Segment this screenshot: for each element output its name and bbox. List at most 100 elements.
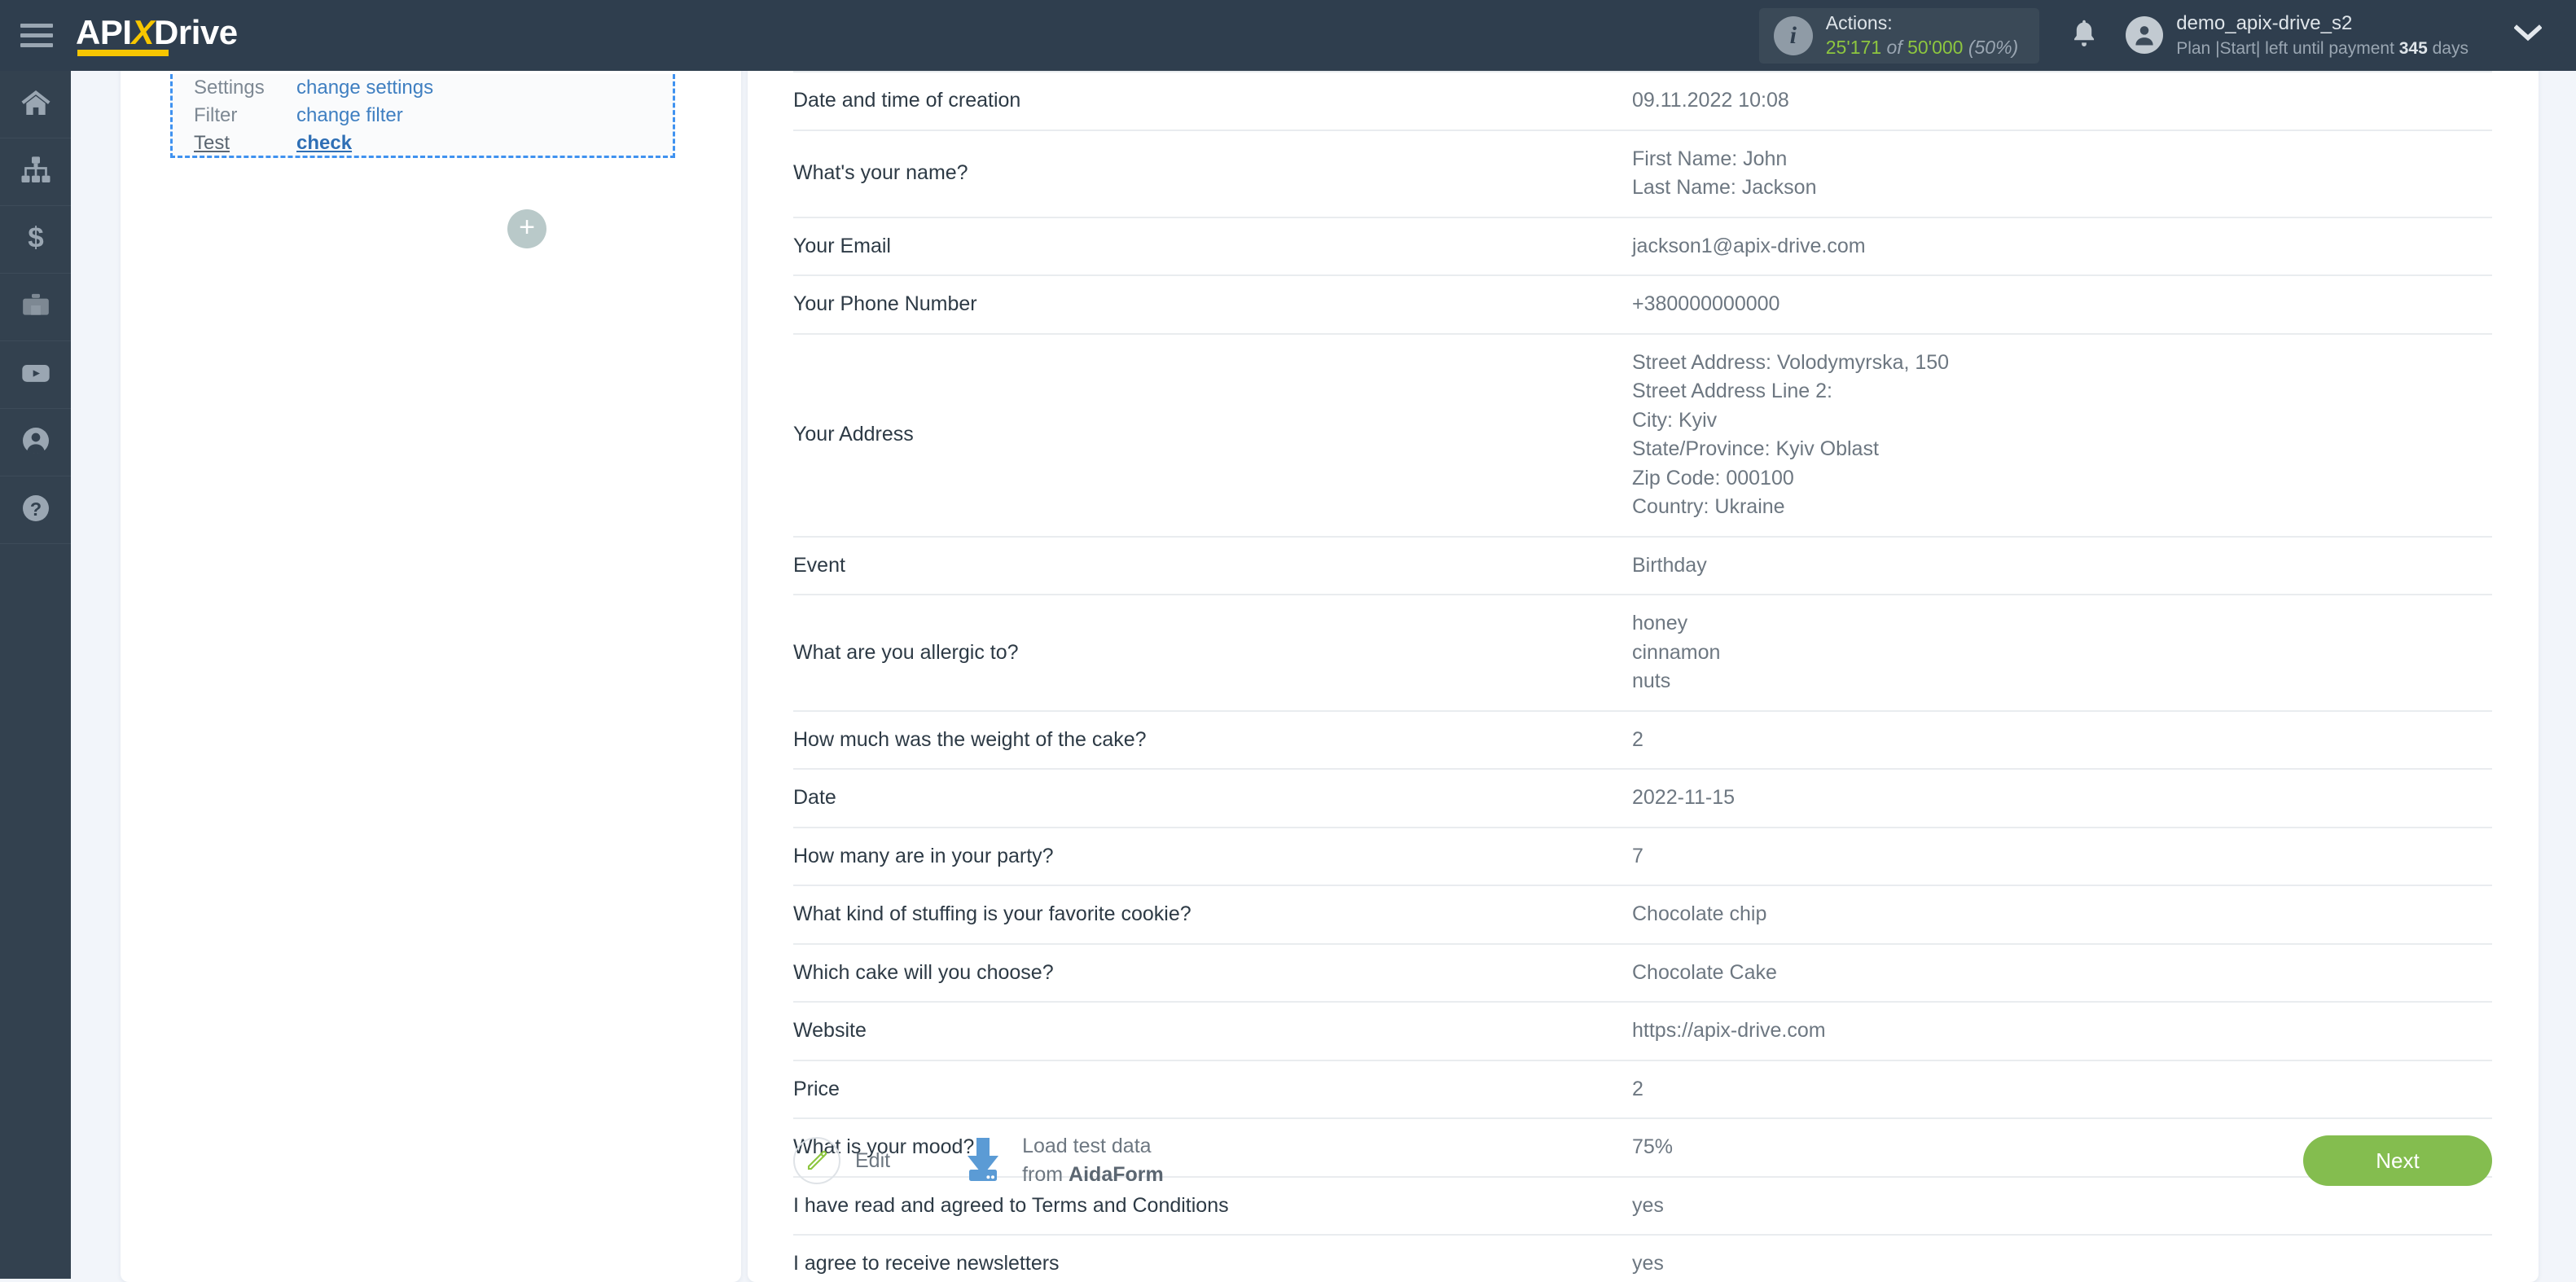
sidebar-item-connections[interactable] (0, 138, 71, 206)
actions-title: Actions: (1825, 11, 1893, 33)
user-plan-prefix: Plan |Start| left until payment (2176, 38, 2399, 58)
field-value: 7 (1632, 827, 2492, 886)
table-row: How many are in your party? 7 (793, 827, 2492, 886)
user-plan-suffix: days (2427, 38, 2468, 58)
hamburger-line (20, 24, 53, 28)
user-icon (20, 424, 52, 461)
logo-part-1: API (76, 12, 132, 51)
test-row[interactable]: Test check (173, 130, 673, 157)
check-link[interactable]: check (296, 132, 352, 155)
actions-of: of (1886, 36, 1902, 58)
field-label: Date (793, 769, 1632, 828)
filter-row-key: Filter (194, 104, 238, 126)
hamburger-line (20, 33, 53, 37)
sidebar-item-business[interactable] (0, 274, 71, 341)
user-plan: Plan |Start| left until payment 345 days (2176, 37, 2468, 60)
youtube-icon (20, 357, 52, 393)
field-value: 09.11.2022 10:08 (1632, 71, 2492, 131)
user-name: demo_apix-drive_s2 (2176, 12, 2353, 35)
panel-footer: Edit Load test data from AidaForm Next (793, 1104, 2492, 1218)
home-icon (20, 86, 52, 123)
page-body: Settings change settings Filter change f… (71, 63, 2576, 1282)
sidebar-item-profile[interactable] (0, 409, 71, 476)
briefcase-icon (20, 289, 52, 326)
table-row: I agree to receive newsletters yes (793, 1235, 2492, 1282)
actions-used: 25'171 (1825, 36, 1882, 58)
test-data-panel: Date and time of creation 09.11.2022 10:0… (748, 63, 2539, 1282)
actions-usage: 25'171 of 50'000 (50%) (1826, 36, 2018, 60)
table-row: Your Address Street Address: Volodymyrska… (793, 333, 2492, 538)
field-label: Website (793, 1002, 1632, 1061)
edit-button[interactable]: Edit (793, 1137, 890, 1184)
field-value: yes (1632, 1235, 2492, 1282)
field-label: Your Email (793, 217, 1632, 276)
next-button[interactable]: Next (2303, 1135, 2492, 1186)
field-label: Your Address (793, 333, 1632, 538)
table-row: Which cake will you choose? Chocolate Cak… (793, 943, 2492, 1003)
hamburger-icon[interactable] (20, 24, 53, 47)
user-plan-days: 345 (2398, 38, 2428, 58)
load-test-data-text: Load test data from AidaForm (1022, 1132, 1164, 1190)
user-avatar-icon (2126, 16, 2164, 55)
sidebar-item-home[interactable] (0, 71, 71, 138)
field-label: Your Phone Number (793, 275, 1632, 335)
info-icon: i (1773, 15, 1813, 55)
add-step-button[interactable]: + (507, 209, 546, 248)
edit-button-label: Edit (855, 1148, 891, 1172)
actions-quota-text: Actions: 25'171 of 50'000 (50%) (1826, 11, 2018, 60)
field-value: Chocolate Cake (1632, 943, 2492, 1003)
bell-icon[interactable] (2070, 18, 2098, 53)
sidebar-item-help[interactable]: ? (0, 476, 71, 544)
table-row: Your Email jackson1@apix-drive.com (793, 217, 2492, 276)
table-row: What are you allergic to? honey cinnamon … (793, 595, 2492, 712)
header-right-group: i Actions: 25'171 of 50'000 (50%) demo_a… (1758, 0, 2576, 71)
svg-text:$: $ (28, 222, 43, 253)
actions-quota-badge[interactable]: i Actions: 25'171 of 50'000 (50%) (1758, 7, 2040, 64)
user-info: demo_apix-drive_s2 Plan |Start| left unt… (2176, 11, 2468, 60)
pencil-icon (793, 1137, 840, 1184)
actions-total: 50'000 (1907, 36, 1964, 58)
question-circle-icon: ? (20, 492, 52, 529)
field-label: What are you allergic to? (793, 595, 1632, 712)
settings-row[interactable]: Settings change settings (173, 74, 673, 102)
table-row: Event Birthday (793, 536, 2492, 595)
apixdrive-logo[interactable]: APIXDrive (76, 15, 238, 56)
table-row: Your Phone Number +380000000000 (793, 275, 2492, 335)
table-row: What kind of stuffing is your favorite c… (793, 885, 2492, 945)
field-label: What's your name? (793, 130, 1632, 218)
load-test-data-button[interactable]: Load test data from AidaForm (962, 1132, 1164, 1190)
logo-part-2: Drive (154, 12, 238, 51)
chevron-down-icon[interactable] (2513, 24, 2543, 46)
user-menu[interactable]: demo_apix-drive_s2 Plan |Start| left unt… (2126, 11, 2468, 60)
dollar-icon: $ (20, 222, 52, 258)
connection-step-card: Settings change settings Filter change f… (121, 63, 741, 1282)
field-label: How many are in your party? (793, 827, 1632, 886)
table-row: Date and time of creation 09.11.2022 10:0… (793, 71, 2492, 131)
step-settings-box: Settings change settings Filter change f… (170, 74, 675, 158)
field-value: +380000000000 (1632, 275, 2492, 335)
actions-percent: (50%) (1968, 36, 2019, 58)
sidebar-item-videos[interactable] (0, 341, 71, 409)
table-row: Date 2022-11-15 (793, 769, 2492, 828)
sidebar-item-billing[interactable]: $ (0, 206, 71, 274)
load-line-1: Load test data (1022, 1134, 1152, 1157)
field-value: Chocolate chip (1632, 885, 2492, 945)
field-label: Event (793, 536, 1632, 595)
test-row-key: Test (194, 132, 230, 154)
sitemap-icon (20, 154, 52, 191)
change-settings-link[interactable]: change settings (296, 77, 433, 99)
svg-text:?: ? (29, 498, 41, 520)
table-row: Website https://apix-drive.com (793, 1002, 2492, 1061)
test-data-table: Date and time of creation 09.11.2022 10:0… (793, 71, 2492, 1282)
table-body: Date and time of creation 09.11.2022 10:0… (793, 71, 2492, 1282)
logo-underline (77, 49, 169, 56)
field-value: Birthday (1632, 536, 2492, 595)
settings-row-key: Settings (194, 77, 265, 99)
change-filter-link[interactable]: change filter (296, 104, 403, 127)
filter-row[interactable]: Filter change filter (173, 102, 673, 130)
load-source-name: AidaForm (1069, 1163, 1164, 1186)
field-label: What kind of stuffing is your favorite c… (793, 885, 1632, 945)
left-icon-rail: $ ? (0, 71, 71, 1279)
field-value: https://apix-drive.com (1632, 1002, 2492, 1061)
field-label: Which cake will you choose? (793, 943, 1632, 1003)
